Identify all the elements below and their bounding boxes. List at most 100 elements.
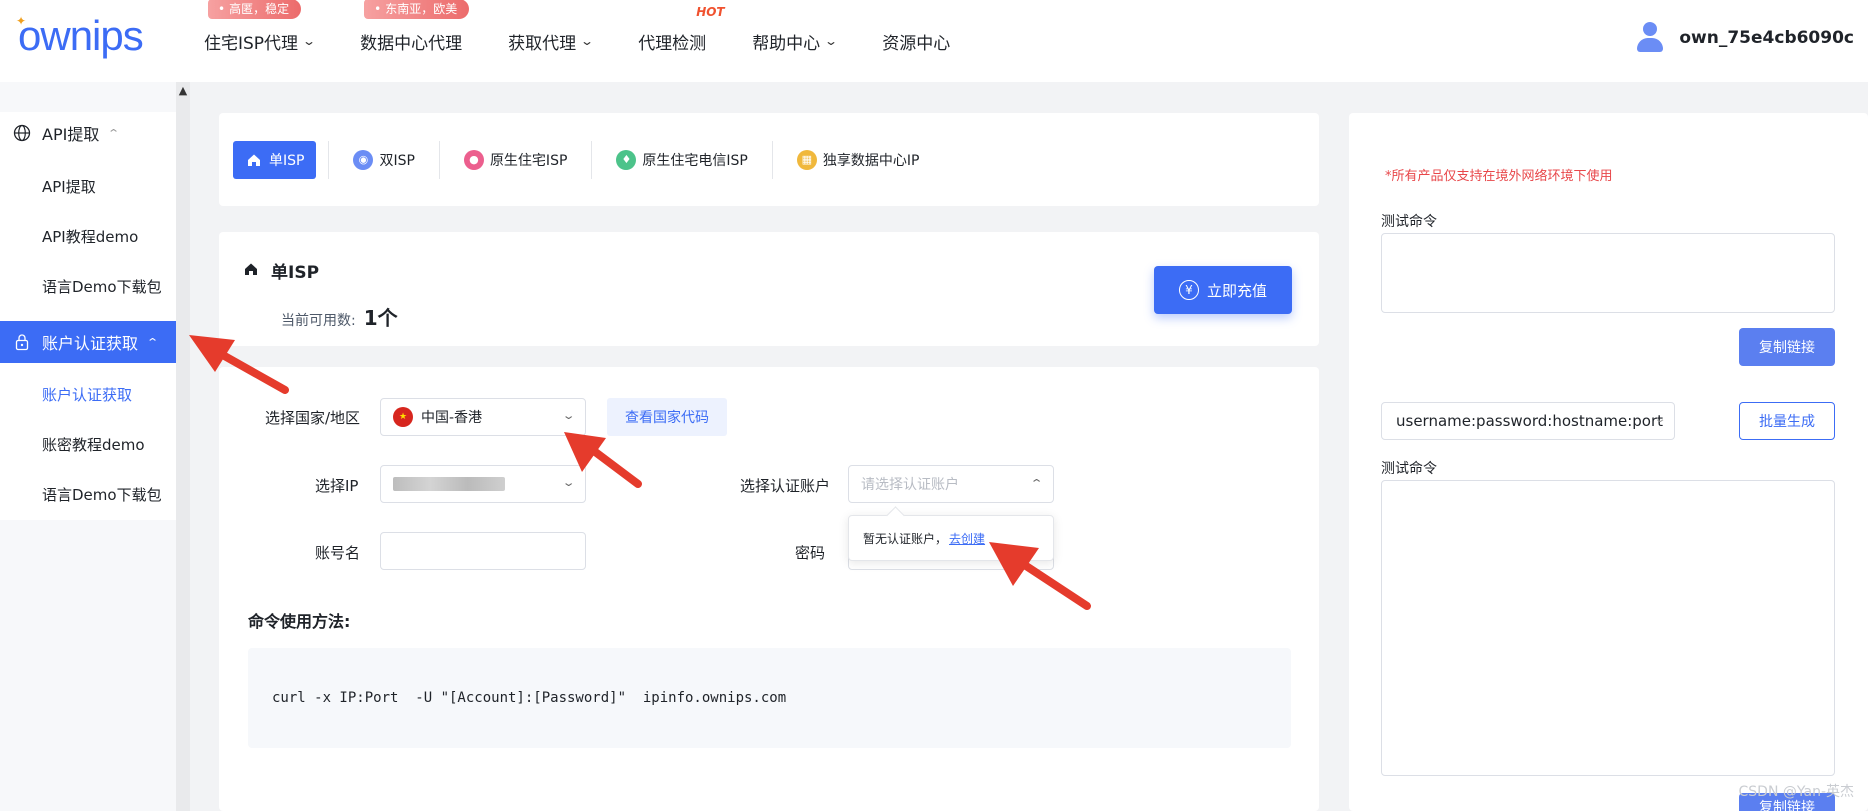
sidebar-item-password-demo[interactable]: 账密教程demo — [42, 434, 145, 455]
sidebar-item-lang-demo-2[interactable]: 语言Demo下载包 — [42, 484, 162, 505]
top-header: ✦ ownips 高匿，稳定 住宅ISP代理 ⌄ 东南亚，欧美 数据中心代理 获… — [0, 0, 1868, 82]
tab-native-telecom-isp[interactable]: ♦ 原生住宅电信ISP — [604, 141, 759, 179]
chevron-down-icon: ⌄ — [302, 34, 317, 48]
tab-divider — [771, 140, 773, 179]
hot-badge: HOT — [696, 4, 725, 19]
bulb-icon: ♦ — [616, 149, 637, 170]
tab-native-residential-isp[interactable]: ● 原生住宅ISP — [452, 141, 579, 179]
chevron-up-icon: ⌄ — [1029, 476, 1044, 489]
nav-get-proxy[interactable]: 获取代理 ⌄ — [508, 29, 595, 54]
logo-text: ownips — [18, 12, 144, 59]
lock-icon — [12, 332, 32, 352]
batch-generate-button[interactable]: 批量生成 — [1739, 402, 1835, 440]
nav-label: 帮助中心 — [752, 33, 821, 54]
available-label: 当前可用数: — [281, 313, 356, 329]
command-text: curl -x IP:Port -U "[Account]:[Password]… — [272, 690, 787, 706]
scroll-up-icon[interactable]: ▲ — [176, 84, 190, 97]
username: own_75e4cb6090c — [1679, 28, 1854, 48]
available-count: 当前可用数: 1个 — [281, 302, 398, 331]
chevron-up-icon: ⌃ — [146, 335, 160, 349]
sidebar-group-api[interactable]: API提取 ⌃ — [0, 112, 176, 154]
tab-divider — [438, 140, 440, 179]
test-command-label-2: 测试命令 — [1381, 461, 1437, 477]
tab-dual-isp[interactable]: ◉ 双ISP — [341, 141, 426, 179]
location-icon: ◉ — [353, 149, 374, 170]
nav-label: 获取代理 — [508, 33, 577, 54]
ip-label: 选择IP — [315, 477, 359, 495]
nav-datacenter-proxy[interactable]: 东南亚，欧美 数据中心代理 — [360, 0, 470, 54]
nav-label: 资源中心 — [882, 33, 951, 54]
sidebar-item-account-auth[interactable]: 账户认证获取 — [42, 384, 132, 405]
overseas-notice: *所有产品仅支持在境外网络环境下使用 — [1385, 169, 1613, 184]
pin-icon: ● — [463, 149, 484, 170]
test-command-textarea-2[interactable] — [1381, 480, 1835, 776]
tab-divider — [591, 140, 593, 179]
no-account-popover: 暂无认证账户， 去创建 — [848, 515, 1054, 561]
test-command-label: 测试命令 — [1381, 214, 1437, 230]
username-input[interactable] — [380, 532, 586, 570]
nav-proxy-check[interactable]: HOT 代理检测 — [638, 5, 724, 54]
create-account-link[interactable]: 去创建 — [949, 530, 985, 547]
nav-resource-center[interactable]: 资源中心 — [882, 29, 950, 54]
product-info-card: 单ISP 当前可用数: 1个 ¥ 立即充值 — [219, 232, 1319, 346]
tab-label: 独享数据中心IP — [822, 152, 920, 169]
account-select[interactable]: 请选择认证账户 ⌄ — [848, 465, 1054, 503]
copy-link-button[interactable]: 复制链接 — [1739, 328, 1835, 366]
nav-label: 代理检测 — [638, 33, 707, 54]
chevron-down-icon: ⌄ — [561, 476, 576, 489]
tab-label: 双ISP — [379, 152, 415, 169]
nav-label: 住宅ISP代理 — [204, 33, 299, 54]
chevron-down-icon: ⌄ — [1653, 414, 1667, 425]
chevron-down-icon: ⌄ — [824, 34, 839, 48]
avatar-icon — [1635, 22, 1665, 54]
recharge-button[interactable]: ¥ 立即充值 — [1154, 266, 1292, 314]
nav-residential-isp[interactable]: 高匿，稳定 住宅ISP代理 ⌄ — [204, 0, 317, 54]
sidebar-item-api-extract[interactable]: API提取 — [42, 176, 96, 197]
product-tabs: 单ISP ◉ 双ISP ● 原生住宅ISP ♦ 原生住宅电信ISP ▦ 独享数据… — [219, 113, 1319, 206]
blurred-ip-value — [393, 477, 505, 491]
available-value: 1个 — [363, 306, 398, 330]
nav-label: 数据中心代理 — [360, 33, 463, 54]
recharge-label: 立即充值 — [1206, 281, 1267, 300]
tab-label: 单ISP — [269, 152, 305, 169]
view-country-code-button[interactable]: 查看国家代码 — [607, 398, 727, 436]
usage-title: 命令使用方法: — [248, 612, 351, 631]
nav-help-center[interactable]: 帮助中心 ⌄ — [752, 29, 839, 54]
auth-form-card: 选择国家/地区 ★ 中国-香港 ⌄ 查看国家代码 选择IP ⌄ 选择认证账户 请… — [219, 367, 1319, 811]
format-value: username:password:hostname:port — [1396, 412, 1664, 430]
popover-text: 暂无认证账户， — [863, 531, 948, 546]
sidebar: API提取 ⌃ API提取 API教程demo 语言Demo下载包 账户认证获取… — [0, 82, 176, 811]
sidebar-item-api-demo[interactable]: API教程demo — [42, 226, 138, 247]
ip-select[interactable]: ⌄ — [380, 465, 586, 503]
account-placeholder: 请选择认证账户 — [861, 477, 959, 493]
sidebar-item-lang-demo[interactable]: 语言Demo下载包 — [42, 276, 162, 297]
country-select[interactable]: ★ 中国-香港 ⌄ — [380, 398, 586, 436]
chevron-down-icon: ⌄ — [561, 409, 576, 422]
command-code-block: curl -x IP:Port -U "[Account]:[Password]… — [248, 648, 1291, 748]
csdn-watermark: CSDN @Yan-英杰 — [1738, 784, 1855, 800]
home-icon — [245, 151, 263, 169]
sidebar-group-label: 账户认证获取 — [42, 334, 139, 353]
tab-dedicated-datacenter[interactable]: ▦ 独享数据中心IP — [785, 141, 932, 179]
format-select[interactable]: username:password:hostname:port ⌄ — [1381, 402, 1675, 440]
sidebar-group-label: API提取 — [42, 125, 100, 144]
main-nav: 高匿，稳定 住宅ISP代理 ⌄ 东南亚，欧美 数据中心代理 获取代理 ⌄ HOT… — [204, 0, 996, 82]
logo[interactable]: ✦ ownips — [16, 12, 144, 60]
sidebar-group-account-auth[interactable]: 账户认证获取 ⌃ — [0, 321, 176, 363]
chevron-down-icon: ⌄ — [580, 34, 595, 48]
country-value: 中国-香港 — [421, 410, 483, 426]
china-flag-icon: ★ — [393, 407, 413, 427]
country-label: 选择国家/地区 — [265, 409, 361, 427]
nav-badge: 东南亚，欧美 — [364, 0, 470, 19]
tab-divider — [328, 140, 330, 179]
user-menu[interactable]: own_75e4cb6090c — [1635, 22, 1854, 54]
yen-icon: ¥ — [1178, 280, 1199, 300]
globe-icon — [12, 123, 32, 143]
test-command-textarea[interactable] — [1381, 233, 1835, 313]
account-label: 选择认证账户 — [740, 477, 831, 495]
right-panel: *所有产品仅支持在境外网络环境下使用 测试命令 复制链接 username:pa… — [1349, 113, 1868, 811]
sidebar-scrollbar[interactable] — [176, 82, 190, 811]
logo-rays-icon: ✦ — [16, 14, 27, 28]
product-title: 单ISP — [243, 258, 319, 283]
tab-single-isp[interactable]: 单ISP — [233, 140, 317, 179]
